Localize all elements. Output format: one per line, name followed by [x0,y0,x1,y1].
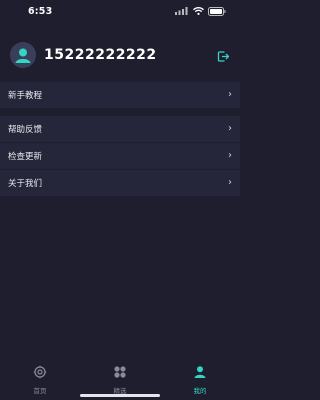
status-time: 6:53 [28,5,53,17]
user-phone: 15222222222 [44,47,157,63]
battery-icon [208,6,226,16]
profile-header: 15222222222 [0,40,240,70]
grid-icon [113,364,127,383]
menu-item-label: 帮助反馈 [8,125,43,135]
menu-item-feedback[interactable]: 帮助反馈 › [0,116,240,142]
tab-mine[interactable]: 我的 [160,364,240,395]
status-bar: 6:53 [0,0,240,22]
status-icons [175,6,226,16]
menu-item-label: 新手教程 [8,91,43,101]
menu-item-tutorial[interactable]: 新手教程 › [0,82,240,108]
tab-featured[interactable]: 精选 [80,364,160,395]
user-avatar-icon[interactable] [10,42,36,68]
chevron-right-icon: › [228,89,232,100]
home-indicator [80,394,160,397]
tab-label: 我的 [193,387,207,395]
home-icon [33,364,47,383]
wifi-icon [193,7,204,15]
signal-icon [175,7,189,15]
chevron-right-icon: › [228,123,232,134]
tab-label: 首页 [33,387,47,395]
menu-item-label: 检查更新 [8,152,43,162]
logout-icon[interactable] [217,48,230,67]
person-icon [193,364,207,383]
chevron-right-icon: › [228,150,232,161]
menu-item-about[interactable]: 关于我们 › [0,170,240,196]
chevron-right-icon: › [228,177,232,188]
menu-item-label: 关于我们 [8,179,43,189]
tab-home[interactable]: 首页 [0,364,80,395]
menu-item-check-update[interactable]: 检查更新 › [0,143,240,169]
